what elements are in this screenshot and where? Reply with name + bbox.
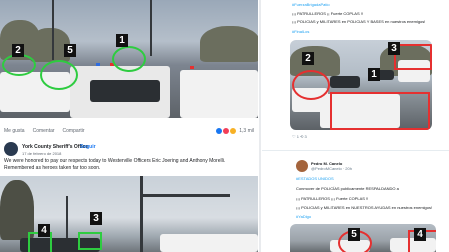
love-reaction-icon <box>223 128 230 134</box>
reaction-count-text: 1,3 mil <box>239 128 254 134</box>
tweet-text-line: ¡¡¡ POLICIAS y MILITARES en NUESTROS AYU… <box>296 205 433 210</box>
avatar[interactable] <box>296 160 308 172</box>
marker-label: 1 <box>368 68 380 81</box>
siren-red <box>190 66 194 69</box>
facebook-video-top[interactable]: 2 5 1 <box>0 0 258 118</box>
post-date[interactable]: 17 de febrero de 2018 <box>22 151 61 156</box>
tweet-text-line: Conmover de POLICÍAS publicamente RESPAL… <box>296 186 399 191</box>
truck-bed-shape <box>90 80 160 102</box>
tweet-hashtag[interactable]: #ESTADOS UNIDOS <box>296 176 334 182</box>
pole-shape <box>150 0 152 56</box>
tweet-stats[interactable]: ♡ 1 ⟲ 3 <box>292 134 307 139</box>
post-author[interactable]: York County Sheriff's Office <box>22 144 88 150</box>
tweet-hashtag[interactable]: #FuerzaBrigadaPatio <box>292 2 330 8</box>
pole-arm-shape <box>140 194 230 197</box>
pole-shape <box>52 0 54 60</box>
highlight-ring <box>40 60 78 90</box>
tree-shape <box>200 26 258 62</box>
comment-button[interactable]: Comentar <box>33 128 55 134</box>
highlight-ring <box>2 54 36 76</box>
marker-label: 1 <box>116 34 128 47</box>
share-button[interactable]: Compartir <box>63 128 85 134</box>
highlight-box <box>78 232 102 250</box>
tweet-handle[interactable]: @PedroMCanelo · 20h <box>311 166 352 171</box>
like-button[interactable]: Me gusta <box>4 128 25 134</box>
tweet-text-line: ¡¡¡ PATRULLEROS ¡¡¡ Fuerte COPLAS !! <box>296 196 369 201</box>
tweet-hashtag[interactable]: #FinalLos <box>292 29 309 35</box>
facebook-action-bar: Me gusta Comentar Compartir 1,3 mil <box>4 124 256 138</box>
tweet-photo[interactable]: 5 4 <box>290 224 436 252</box>
siren-blue <box>96 63 100 66</box>
sad-reaction-icon <box>230 128 237 134</box>
marker-label: 2 <box>12 44 24 57</box>
marker-label: 2 <box>302 52 314 65</box>
avatar[interactable] <box>4 142 18 156</box>
van-shape <box>160 234 258 252</box>
follow-button[interactable]: Seguir <box>80 144 96 150</box>
column-divider <box>259 0 261 252</box>
marker-label: 4 <box>38 224 50 237</box>
police-car-shape <box>180 70 258 118</box>
highlight-ring <box>112 46 146 72</box>
tweet-text-line: ¡¡¡ PATRULLEROS ¡¡ Fuerte COPLAS !! <box>292 11 363 16</box>
marker-label: 5 <box>348 228 360 241</box>
tweet-video[interactable]: 3 2 1 <box>290 40 432 130</box>
tweet-divider <box>262 150 449 151</box>
tree-shape <box>0 180 34 240</box>
highlight-ring <box>292 70 330 100</box>
marker-label: 3 <box>90 212 102 225</box>
like-reaction-icon <box>216 128 223 134</box>
facebook-photo-bottom[interactable]: 4 3 <box>0 176 258 252</box>
marker-label: 5 <box>64 44 76 57</box>
tweet-hashtag[interactable]: #YaDigo <box>296 214 311 220</box>
car-shape <box>330 76 360 88</box>
post-body: We were honored to pay our respects toda… <box>4 158 226 171</box>
highlight-box <box>330 92 430 130</box>
marker-label: 4 <box>414 228 426 241</box>
tweet-text-line: ¡¡¡ POLICIAS y MILITARES en POLICIAS Y B… <box>292 19 426 24</box>
marker-label: 3 <box>388 42 400 55</box>
reaction-count[interactable]: 1,3 mil <box>216 128 254 134</box>
pole-shape <box>140 176 143 252</box>
